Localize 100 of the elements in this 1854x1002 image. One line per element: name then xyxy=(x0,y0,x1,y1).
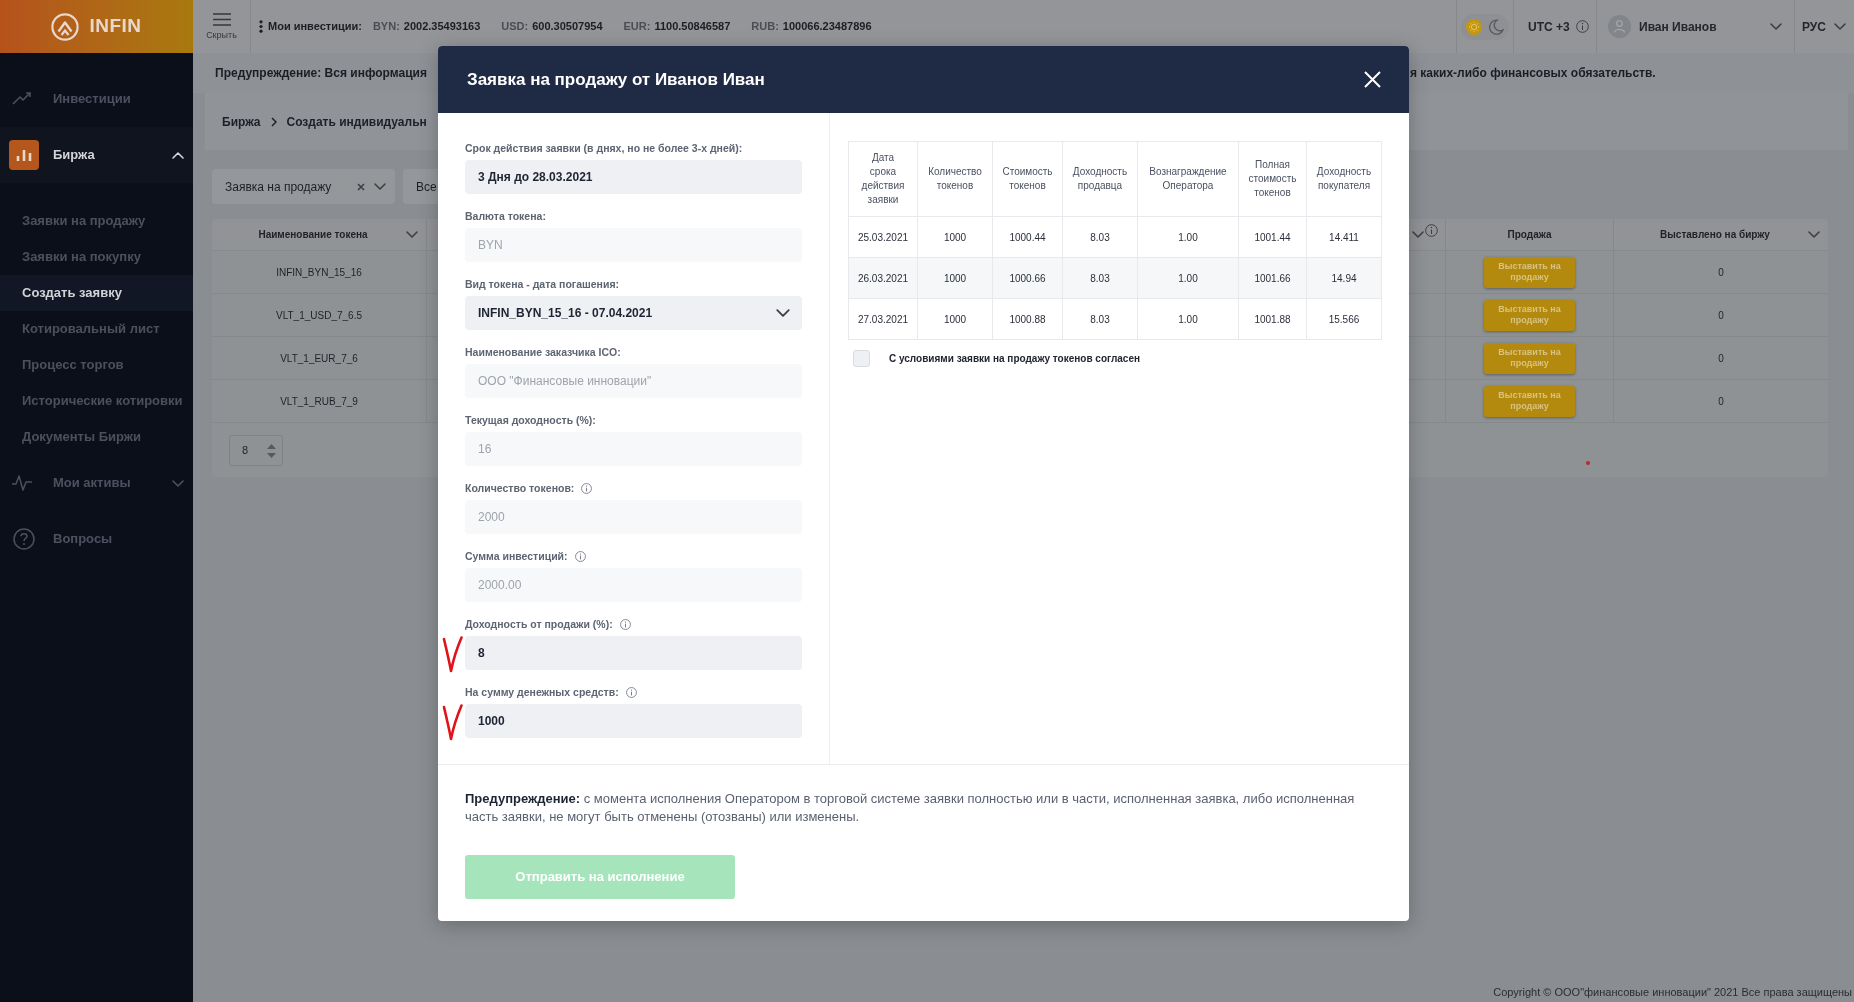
table-cell: 1001.44 xyxy=(1238,216,1307,258)
table-cell: 1.00 xyxy=(1137,216,1239,258)
field-label: Вид токена - дата погашения: xyxy=(465,277,620,291)
breadcrumb-current: Создать индивидуальн xyxy=(286,113,427,131)
column-header: Продажа xyxy=(1506,228,1553,242)
submenu-item[interactable]: Исторические котировки xyxy=(0,383,193,419)
dropdown[interactable]: INFIN_BYN_15_16 - 07.04.2021 xyxy=(465,296,802,330)
field-label: Текущая доходность (%): xyxy=(465,413,596,427)
listed-amount: 0 xyxy=(1718,394,1724,409)
sidebar-item[interactable]: Биржа xyxy=(0,127,193,183)
more-vertical-icon[interactable] xyxy=(259,20,263,33)
avatar-icon xyxy=(1608,15,1631,38)
notice-text: Предупреждение: Вся информация xyxy=(215,65,427,82)
table-cell: 14.411 xyxy=(1306,216,1382,258)
balance-amount: 100066.23487896 xyxy=(782,19,872,35)
checkbox-label: С условиями заявки на продажу токенов согласен xyxy=(889,352,1140,366)
sidebar-item[interactable]: Мои активы xyxy=(0,455,193,511)
modal-title: Заявка на продажу от Иванов Иван xyxy=(467,68,765,91)
chevron-down-icon xyxy=(776,309,790,317)
submenu-item[interactable]: Процесс торгов xyxy=(0,347,193,383)
input-field: 2000.00 xyxy=(465,568,802,602)
balance-amount: 600.30507954 xyxy=(532,19,603,35)
chevron-down-icon[interactable] xyxy=(1412,231,1424,238)
submenu-item[interactable]: Документы Биржи xyxy=(0,419,193,455)
input-field[interactable]: 8 xyxy=(465,636,802,670)
list-for-sale-button[interactable]: Выставить на продажу xyxy=(1484,385,1575,417)
column-header: Выставлено на биржу xyxy=(1659,228,1771,242)
chevron-right-icon xyxy=(270,116,277,127)
column-header: Доходность продавца xyxy=(1062,141,1138,217)
caret-down-icon[interactable] xyxy=(267,452,276,458)
sidebar-item[interactable]: Инвестиции xyxy=(0,71,193,127)
sidebar-item[interactable]: Вопросы xyxy=(0,511,193,567)
currency-label: RUB: xyxy=(751,19,779,35)
field-label: На сумму денежных средств: xyxy=(465,685,619,699)
notice-text: я каких-либо финансовых обязательств. xyxy=(1410,65,1656,82)
close-button[interactable] xyxy=(1363,70,1382,89)
chevron-down-icon[interactable] xyxy=(406,231,418,238)
listed-amount: 0 xyxy=(1718,265,1724,280)
chevron-down-icon[interactable] xyxy=(1808,231,1820,238)
input-field[interactable]: 3 Дня до 28.03.2021 xyxy=(465,160,802,194)
info-icon xyxy=(1575,20,1589,33)
field-label: Срок действия заявки (в днях, но не более 3-х дней): xyxy=(465,141,743,155)
table-cell: 14.94 xyxy=(1306,257,1382,299)
token-name: VLT_1_EUR_7_6 xyxy=(280,351,358,366)
column-header: Вознаграждение Оператора xyxy=(1137,141,1239,217)
table-cell: 25.03.2021 xyxy=(848,216,918,258)
submenu-item[interactable]: Заявки на продажу xyxy=(0,203,193,239)
caret-up-icon[interactable] xyxy=(267,443,276,449)
field-label: Сумма инвестиций: xyxy=(465,549,568,563)
table-cell: 1000.88 xyxy=(992,298,1063,340)
submenu-item[interactable]: Котировальный лист xyxy=(0,311,193,347)
token-name: INFIN_BYN_15_16 xyxy=(276,265,362,280)
column-header: Доходность покупателя xyxy=(1306,141,1382,217)
warning-text: Предупреждение: с момента исполнения Оператором в торговой системе заявки полностью или в части, исполненная заявка, либо исполненная часть заявки, не могут быть отменены (отозваны) или изменены. xyxy=(465,790,1356,826)
table-cell: 1.00 xyxy=(1137,257,1239,299)
column-header: Количество токенов xyxy=(917,141,993,217)
table-cell: 1001.66 xyxy=(1238,257,1307,299)
clear-icon[interactable] xyxy=(357,182,365,191)
field-label: Наименование заказчика ICO: xyxy=(465,345,621,359)
chevron-down-icon xyxy=(1834,23,1846,30)
table-cell: 1000 xyxy=(917,298,993,340)
submenu-item[interactable]: Создать заявку xyxy=(0,275,193,311)
input-field[interactable]: 1000 xyxy=(465,704,802,738)
listed-amount: 0 xyxy=(1718,308,1724,323)
sun-icon[interactable] xyxy=(1466,18,1482,35)
submenu-item[interactable]: Заявки на покупку xyxy=(0,239,193,275)
filter-dropdown[interactable]: Заявка на продажу xyxy=(212,169,395,204)
table-cell: 8.03 xyxy=(1062,257,1138,299)
timezone-label: UTC +3 xyxy=(1528,18,1570,36)
list-for-sale-button[interactable]: Выставить на продажу xyxy=(1484,256,1575,288)
investments-label: Мои инвестиции: xyxy=(268,19,362,35)
input-field: 16 xyxy=(465,432,802,466)
logo-text: INFIN xyxy=(89,14,142,39)
menu-icon xyxy=(211,13,232,26)
table-cell: 1000 xyxy=(917,216,993,258)
field-label: Количество токенов: xyxy=(465,481,575,495)
moon-icon[interactable] xyxy=(1488,18,1504,35)
filter-dropdown[interactable]: Все xyxy=(403,169,438,204)
table-cell: 1.00 xyxy=(1137,298,1239,340)
checkbox[interactable] xyxy=(853,350,870,367)
breadcrumb-link[interactable]: Биржа xyxy=(222,112,261,131)
chevron-down-icon xyxy=(1770,23,1782,30)
table-cell: 1000 xyxy=(917,257,993,299)
column-header: Полная стоимость токенов xyxy=(1238,141,1307,217)
currency-label: BYN: xyxy=(372,19,400,35)
balance-amount: 2002.35493163 xyxy=(403,19,481,35)
table-cell: 8.03 xyxy=(1062,298,1138,340)
close-icon xyxy=(1364,71,1381,88)
table-cell: 27.03.2021 xyxy=(848,298,918,340)
list-for-sale-button[interactable]: Выставить на продажу xyxy=(1484,299,1575,331)
list-for-sale-button[interactable]: Выставить на продажу xyxy=(1484,342,1575,374)
theme-toggle[interactable] xyxy=(1461,13,1509,40)
column-header: Стоимость токенов xyxy=(992,141,1063,217)
field-label: Валюта токена: xyxy=(465,209,546,223)
balance-amount: 1100.50846587 xyxy=(654,19,731,35)
field-label: Доходность от продажи (%): xyxy=(465,617,613,631)
logo-icon[interactable] xyxy=(51,12,80,41)
column-header: Наименование токена xyxy=(257,228,369,242)
token-name: VLT_1_RUB_7_9 xyxy=(280,394,358,409)
page-size-spinner[interactable]: 8 xyxy=(229,435,283,466)
